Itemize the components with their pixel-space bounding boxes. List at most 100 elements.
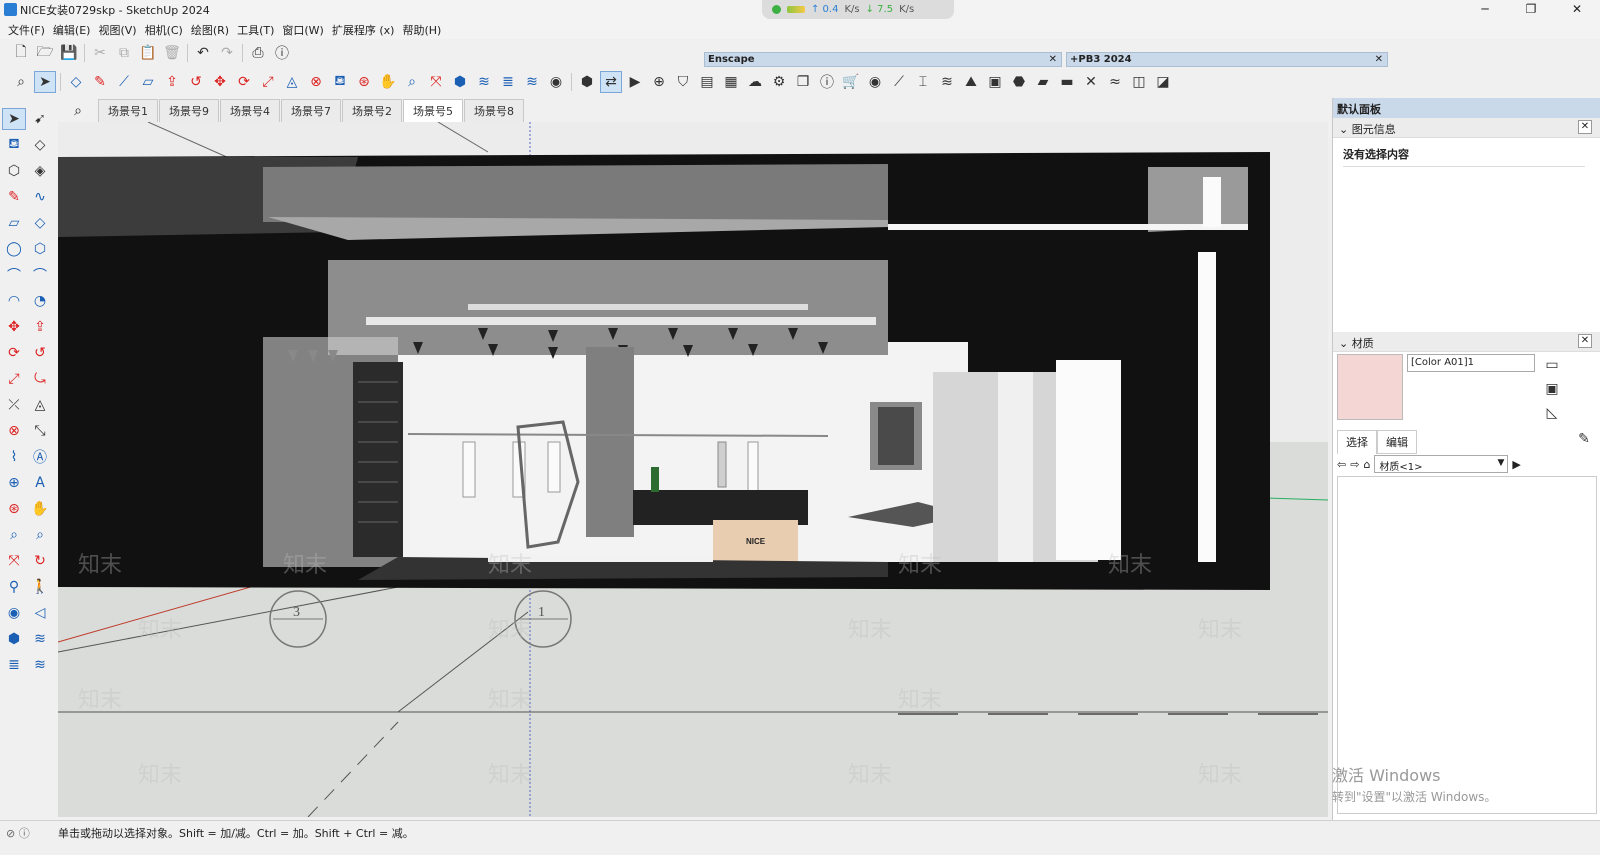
pan-icon[interactable]: ✋ — [28, 498, 52, 520]
pb3-roof-icon[interactable]: ⛰ — [960, 71, 982, 93]
line-tool-icon[interactable]: ⟋ — [113, 71, 135, 93]
push-pull-icon[interactable]: ⇪ — [28, 316, 52, 338]
entity-info-close-icon[interactable]: ✕ — [1578, 120, 1592, 134]
select-tool-icon[interactable]: ➤ — [2, 108, 26, 130]
pb3-window-icon[interactable]: ▣ — [984, 71, 1006, 93]
pb3-rail-icon[interactable]: ≈ — [1104, 71, 1126, 93]
component-icon[interactable]: ⬡ — [2, 160, 26, 182]
eraser-icon[interactable]: ◇ — [28, 134, 52, 156]
menu-camera[interactable]: 相机(C) — [141, 19, 187, 39]
zoom-extents-icon[interactable]: ⤧ — [2, 550, 26, 572]
copy-icon[interactable]: ⧉ — [113, 42, 135, 64]
save-icon[interactable]: 💾 — [58, 42, 80, 64]
open-folder-icon[interactable]: 🗁 — [34, 42, 56, 64]
cut-icon[interactable]: ✂ — [89, 42, 111, 64]
tape-measure-icon[interactable]: ⊗ — [2, 420, 26, 442]
pb3-settings-icon[interactable]: ◪ — [1152, 71, 1174, 93]
tab-scene-9[interactable]: 场景号9 — [159, 99, 219, 122]
tag-icon[interactable]: ◈ — [28, 160, 52, 182]
create-material-icon[interactable]: ▣ — [1541, 378, 1563, 400]
enscape-video-icon[interactable]: ▶ — [624, 71, 646, 93]
pb3-mesh-icon[interactable]: ⬣ — [1008, 71, 1030, 93]
pb3-wall-icon[interactable]: ⟋ — [888, 71, 910, 93]
previous-view-icon[interactable]: ↻ — [28, 550, 52, 572]
select-tool-icon[interactable]: ➤ — [34, 71, 56, 93]
section-plane-icon[interactable]: ⊕ — [2, 472, 26, 494]
tab-edit[interactable]: 编辑 — [1377, 430, 1417, 454]
push-pull-icon[interactable]: ⇪ — [161, 71, 183, 93]
pie-tool-icon[interactable]: ◔ — [28, 290, 52, 312]
pb3-stair-icon[interactable]: ≋ — [936, 71, 958, 93]
paint-bucket-icon[interactable]: ⛾ — [329, 71, 351, 93]
new-file-icon[interactable]: 🗋 — [10, 42, 32, 64]
axes-icon[interactable]: ⤫ — [2, 394, 26, 416]
3d-text-icon[interactable]: Ⓐ — [28, 446, 52, 468]
section-display-icon[interactable]: ◁ — [28, 602, 52, 624]
tab-scene-7[interactable]: 场景号7 — [281, 99, 341, 122]
layout-icon[interactable]: ≋ — [28, 654, 52, 676]
orbit-icon[interactable]: ⊛ — [353, 71, 375, 93]
enscape-start-icon[interactable]: ⬢ — [576, 71, 598, 93]
enscape-toolbar-header[interactable]: Enscape ✕ — [704, 52, 1062, 67]
rotate-icon[interactable]: ⟳ — [2, 342, 26, 364]
pb3-toolbar-header[interactable]: +PB3 2024 ✕ — [1066, 52, 1388, 67]
zoom-extents-icon[interactable]: ⤧ — [425, 71, 447, 93]
menu-window[interactable]: 窗口(W) — [278, 19, 327, 39]
freehand-icon[interactable]: ∿ — [28, 186, 52, 208]
eraser-icon[interactable]: ◇ — [65, 71, 87, 93]
network-monitor-widget[interactable]: ↑ 0.4 K/s ↓ 7.5 K/s — [762, 0, 954, 19]
maximize-button[interactable]: ❐ — [1508, 0, 1554, 19]
scale-icon[interactable]: ⤢ — [257, 71, 279, 93]
menu-view[interactable]: 视图(V) — [94, 19, 140, 39]
enscape-close-icon[interactable]: ✕ — [1049, 53, 1057, 66]
extension-warehouse-icon[interactable]: ≋ — [28, 628, 52, 650]
warehouse-icon[interactable]: ⬢ — [449, 71, 471, 93]
follow-me-icon[interactable]: ↺ — [28, 342, 52, 364]
materials-close-icon[interactable]: ✕ — [1578, 334, 1592, 348]
delete-icon[interactable]: 🗑 — [161, 42, 183, 64]
undo-icon[interactable]: ↶ — [192, 42, 214, 64]
layout-icon[interactable]: ≋ — [521, 71, 543, 93]
circle-tool-icon[interactable]: ◯ — [2, 238, 26, 260]
rotate-icon[interactable]: ⟳ — [233, 71, 255, 93]
menu-draw[interactable]: 绘图(R) — [187, 19, 233, 39]
tab-scene-5[interactable]: 场景号5 — [403, 99, 463, 122]
polygon-tool-icon[interactable]: ⬡ — [28, 238, 52, 260]
tab-scene-4[interactable]: 场景号4 — [220, 99, 280, 122]
scene-search-icon[interactable]: ⌕ — [58, 100, 98, 122]
tab-scene-8[interactable]: 场景号8 — [464, 99, 524, 122]
material-preview-icon[interactable]: ◺ — [1541, 402, 1563, 424]
scale-icon[interactable]: ⤢ — [2, 368, 26, 390]
line-tool-icon[interactable]: ✎ — [2, 186, 26, 208]
zoom-icon[interactable]: ⌕ — [401, 71, 423, 93]
zoom-window-icon[interactable]: ⌕ — [28, 524, 52, 546]
close-button[interactable]: ✕ — [1554, 0, 1600, 19]
model-viewport[interactable]: NICE 3 1 知末 知末 知末 知末 知末 知末 知末 知末 知末 知末 知… — [58, 122, 1328, 817]
search-icon[interactable]: ⌕ — [10, 71, 32, 93]
protractor-icon[interactable]: ◬ — [28, 394, 52, 416]
back-arrow-icon[interactable]: ⇦ — [1337, 458, 1346, 471]
orbit-icon[interactable]: ⊛ — [2, 498, 26, 520]
eyedropper-icon[interactable]: ✎ — [1573, 428, 1595, 450]
paint-bucket-icon[interactable]: ⛾ — [2, 134, 26, 156]
entity-info-header[interactable]: ⌄ 图元信息 ✕ — [1333, 118, 1600, 138]
3d-text-tool-icon[interactable]: A — [28, 472, 52, 494]
move-icon[interactable]: ✥ — [209, 71, 231, 93]
menu-extensions[interactable]: 扩展程序 (x) — [328, 19, 399, 39]
extension-warehouse-icon[interactable]: ≋ — [473, 71, 495, 93]
move-icon[interactable]: ✥ — [2, 316, 26, 338]
forward-arrow-icon[interactable]: ⇨ — [1350, 458, 1359, 471]
menu-tools[interactable]: 工具(T) — [233, 19, 278, 39]
two-point-arc-icon[interactable]: ⌒ — [28, 264, 52, 286]
enscape-sync-icon[interactable]: ⇄ — [600, 71, 622, 93]
minimize-button[interactable]: ─ — [1462, 0, 1508, 19]
enscape-user-icon[interactable]: ◉ — [864, 71, 886, 93]
home-icon[interactable]: ⌂ — [1363, 458, 1370, 471]
pb3-beam-icon[interactable]: ▬ — [1056, 71, 1078, 93]
enscape-shield-icon[interactable]: ⛉ — [672, 71, 694, 93]
pan-icon[interactable]: ✋ — [377, 71, 399, 93]
default-material-icon[interactable]: ▭ — [1541, 354, 1563, 376]
redo-icon[interactable]: ↷ — [216, 42, 238, 64]
enscape-windows-icon[interactable]: ❐ — [792, 71, 814, 93]
pb3-edit-icon[interactable]: ◫ — [1128, 71, 1150, 93]
